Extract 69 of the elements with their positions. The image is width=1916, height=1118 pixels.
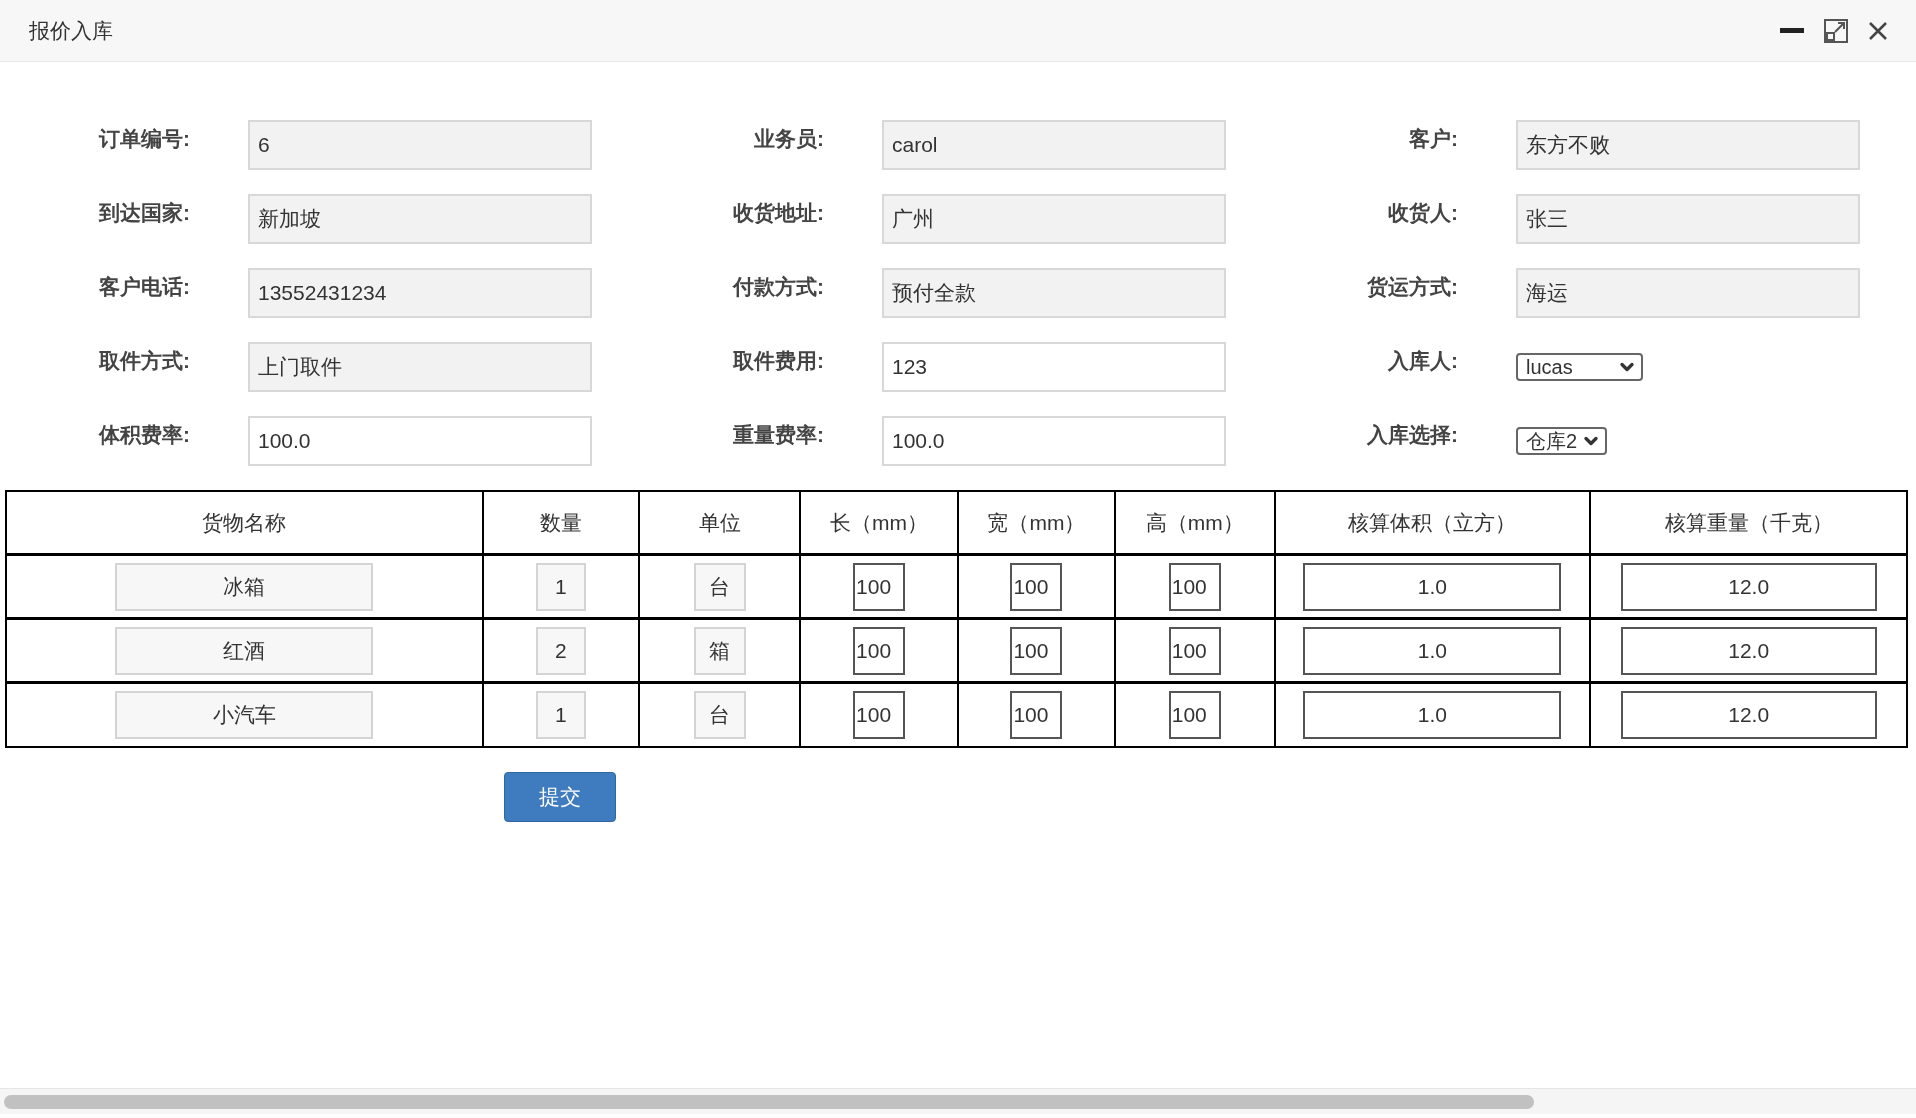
cell-input[interactable]: 2: [535, 626, 586, 675]
close-icon[interactable]: [1868, 20, 1888, 41]
field-label: 收货地址:: [733, 200, 824, 226]
column-header: 货物名称: [7, 492, 484, 553]
horizontal-scrollbar[interactable]: [0, 1088, 1916, 1114]
input-field[interactable]: 100.0: [882, 416, 1226, 466]
dropdown-select[interactable]: lucas: [1516, 353, 1643, 381]
cell-input[interactable]: 100: [853, 691, 906, 739]
dropdown-select[interactable]: 仓库2: [1516, 427, 1608, 455]
column-header: 数量: [483, 492, 641, 553]
column-header: 宽（mm）: [959, 492, 1116, 553]
field-label: 客户:: [1409, 126, 1458, 152]
cell-input[interactable]: 箱: [693, 626, 746, 675]
cell-input[interactable]: 100: [1168, 691, 1221, 739]
field-label: 订单编号:: [99, 126, 190, 152]
field-label: 取件费用:: [733, 348, 824, 374]
cell-input[interactable]: 100: [1010, 562, 1063, 611]
field-label: 业务员:: [754, 126, 824, 152]
text-field[interactable]: 6: [248, 120, 592, 170]
column-header: 高（mm）: [1115, 492, 1276, 553]
cell-input[interactable]: 100: [1168, 626, 1221, 675]
cell-input[interactable]: 12.0: [1620, 626, 1877, 675]
text-field[interactable]: 新加坡: [248, 194, 592, 244]
text-field[interactable]: 张三: [1516, 194, 1860, 244]
column-header: 单位: [640, 492, 802, 553]
scrollbar-thumb[interactable]: [4, 1094, 1534, 1109]
field-label: 取件方式:: [99, 348, 190, 374]
cell-input[interactable]: 100: [1168, 562, 1221, 611]
cell-input[interactable]: 台: [693, 691, 746, 739]
field-label: 到达国家:: [99, 200, 190, 226]
cell-input[interactable]: 1.0: [1303, 691, 1562, 739]
submit-button[interactable]: 提交: [504, 772, 616, 822]
cell-input[interactable]: 冰箱: [115, 562, 374, 611]
field-label: 重量费率:: [733, 422, 824, 448]
cell-input[interactable]: 12.0: [1620, 562, 1877, 611]
cell-input[interactable]: 100: [853, 562, 906, 611]
text-field[interactable]: carol: [882, 120, 1226, 170]
field-label: 客户电话:: [99, 274, 190, 300]
text-field[interactable]: 东方不败: [1516, 120, 1860, 170]
cell-input[interactable]: 12.0: [1620, 691, 1877, 739]
field-label: 货运方式:: [1367, 274, 1458, 300]
field-label: 付款方式:: [733, 274, 824, 300]
cell-input[interactable]: 1: [535, 562, 586, 611]
cell-input[interactable]: 100: [1010, 626, 1063, 675]
text-field[interactable]: 预付全款: [882, 268, 1226, 318]
cell-input[interactable]: 1: [535, 691, 586, 739]
text-field[interactable]: 海运: [1516, 268, 1860, 318]
field-label: 入库人:: [1388, 348, 1458, 374]
text-field[interactable]: 13552431234: [248, 268, 592, 318]
text-field[interactable]: 上门取件: [248, 342, 592, 392]
column-header: 长（mm）: [801, 492, 959, 553]
input-field[interactable]: 123: [882, 342, 1226, 392]
field-label: 收货人:: [1388, 200, 1458, 226]
column-header: 核算重量（千克）: [1591, 492, 1908, 553]
minimize-icon[interactable]: [1780, 27, 1804, 34]
maximize-icon[interactable]: [1824, 18, 1848, 43]
cell-input[interactable]: 1.0: [1303, 562, 1562, 611]
cell-input[interactable]: 台: [693, 562, 746, 611]
column-header: 核算体积（立方）: [1275, 492, 1592, 553]
cell-input[interactable]: 100: [1010, 691, 1063, 739]
cell-input[interactable]: 1.0: [1303, 626, 1562, 675]
input-field[interactable]: 100.0: [248, 416, 592, 466]
field-label: 入库选择:: [1367, 422, 1458, 448]
cell-input[interactable]: 100: [853, 626, 906, 675]
cell-input[interactable]: 小汽车: [115, 691, 374, 739]
window-title: 报价入库: [29, 17, 113, 44]
cell-input[interactable]: 红酒: [115, 626, 374, 675]
text-field[interactable]: 广州: [882, 194, 1226, 244]
field-label: 体积费率:: [99, 422, 190, 448]
